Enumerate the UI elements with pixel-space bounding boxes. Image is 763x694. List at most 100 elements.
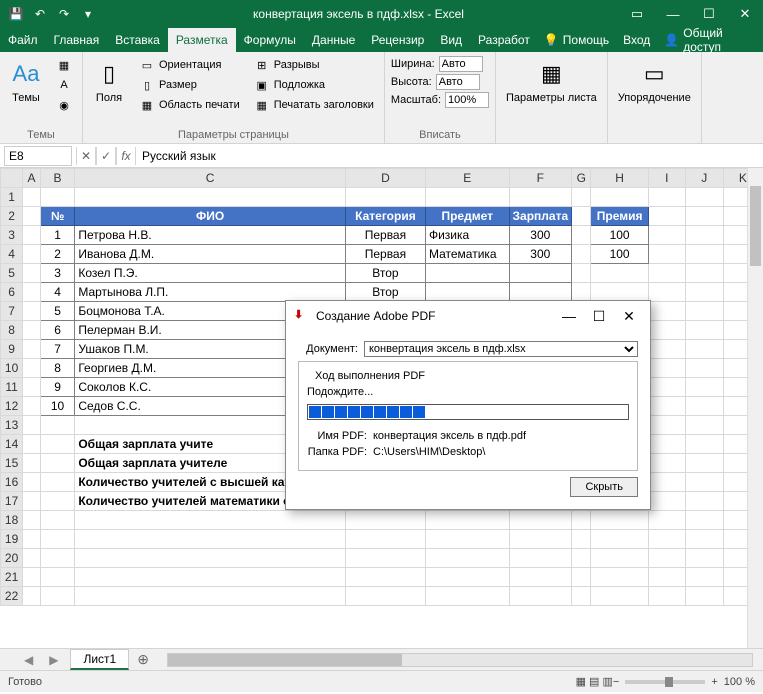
arrange-button[interactable]: ▭ Упорядочение [614, 56, 695, 106]
cell[interactable] [75, 587, 346, 606]
cell[interactable] [685, 397, 723, 416]
cell[interactable] [685, 359, 723, 378]
cell[interactable] [23, 416, 41, 435]
cell[interactable] [591, 530, 648, 549]
cell[interactable] [685, 340, 723, 359]
cell[interactable] [425, 530, 509, 549]
fx-icon[interactable]: fx [116, 147, 136, 165]
cell[interactable] [345, 530, 425, 549]
cell[interactable] [685, 530, 723, 549]
cell[interactable]: 6 [40, 321, 75, 340]
col-header[interactable]: C [75, 169, 346, 188]
cell[interactable] [648, 549, 685, 568]
cell[interactable] [648, 340, 685, 359]
tab-dev[interactable]: Разработ [470, 28, 538, 52]
view-layout-icon[interactable]: ▤ [589, 675, 599, 688]
cell[interactable] [345, 188, 425, 207]
cell[interactable] [345, 511, 425, 530]
cell[interactable] [591, 568, 648, 587]
cell[interactable] [591, 511, 648, 530]
close-icon[interactable]: ✕ [727, 0, 763, 28]
cell[interactable]: Математика [425, 245, 509, 264]
qat-customize-icon[interactable]: ▾ [78, 4, 98, 24]
cell[interactable] [572, 226, 591, 245]
cell[interactable] [648, 568, 685, 587]
col-header[interactable]: E [425, 169, 509, 188]
tab-layout[interactable]: Разметка [168, 28, 236, 52]
width-input[interactable] [439, 56, 483, 72]
cell[interactable]: № [40, 207, 75, 226]
breaks-button[interactable]: ⊞Разрывы [250, 56, 378, 74]
cell[interactable]: 2 [40, 245, 75, 264]
row-header[interactable]: 16 [1, 473, 23, 492]
cell[interactable] [685, 378, 723, 397]
cell[interactable] [509, 587, 572, 606]
cell[interactable]: 3 [40, 264, 75, 283]
cell[interactable] [23, 283, 41, 302]
background-button[interactable]: ▣Подложка [250, 76, 378, 94]
cell[interactable] [509, 549, 572, 568]
cell[interactable]: Физика [425, 226, 509, 245]
cell[interactable] [685, 568, 723, 587]
accept-formula-icon[interactable]: ✓ [96, 147, 116, 165]
cell[interactable]: Козел П.Э. [75, 264, 346, 283]
cell[interactable] [685, 226, 723, 245]
cell[interactable] [685, 283, 723, 302]
sheet-tab[interactable]: Лист1 [70, 649, 129, 670]
sheet-options-button[interactable]: ▦ Параметры листа [502, 56, 601, 106]
cell[interactable] [685, 511, 723, 530]
orientation-button[interactable]: ▭Ориентация [135, 56, 244, 74]
cell[interactable] [23, 188, 41, 207]
cell[interactable] [685, 245, 723, 264]
help-button[interactable]: 💡Помощь [538, 28, 615, 52]
cell[interactable] [75, 549, 346, 568]
cell[interactable] [23, 397, 41, 416]
cell[interactable] [685, 492, 723, 511]
cell[interactable] [572, 207, 591, 226]
cell[interactable] [40, 492, 75, 511]
cell[interactable] [23, 511, 41, 530]
view-normal-icon[interactable]: ▦ [576, 675, 586, 688]
cell[interactable] [40, 454, 75, 473]
cell[interactable]: 100 [591, 245, 648, 264]
cell[interactable]: Втор [345, 283, 425, 302]
cell[interactable] [591, 188, 648, 207]
cell[interactable] [23, 435, 41, 454]
horizontal-scrollbar[interactable] [167, 653, 753, 667]
cell[interactable]: Первая [345, 245, 425, 264]
cell[interactable] [685, 416, 723, 435]
cell[interactable] [648, 416, 685, 435]
zoom-out-icon[interactable]: − [613, 676, 619, 688]
cell[interactable] [572, 587, 591, 606]
cell[interactable] [40, 511, 75, 530]
cell[interactable] [425, 188, 509, 207]
cell[interactable] [648, 378, 685, 397]
cell[interactable]: 300 [509, 245, 572, 264]
tab-insert[interactable]: Вставка [107, 28, 168, 52]
vertical-scrollbar[interactable] [747, 168, 763, 648]
cell[interactable]: 7 [40, 340, 75, 359]
dialog-titlebar[interactable]: ⬇ Создание Adobe PDF — ☐ ✕ [286, 301, 650, 331]
cell[interactable]: 100 [591, 226, 648, 245]
cell[interactable] [685, 473, 723, 492]
cell[interactable]: 300 [509, 226, 572, 245]
cell[interactable] [572, 283, 591, 302]
row-header[interactable]: 13 [1, 416, 23, 435]
cell[interactable] [685, 302, 723, 321]
cell[interactable] [648, 188, 685, 207]
cell[interactable]: Зарплата [509, 207, 572, 226]
col-header[interactable]: I [648, 169, 685, 188]
size-button[interactable]: ▯Размер [135, 76, 244, 94]
row-header[interactable]: 14 [1, 435, 23, 454]
cell[interactable] [591, 549, 648, 568]
cell[interactable] [685, 435, 723, 454]
col-header[interactable]: A [23, 169, 41, 188]
cell[interactable] [685, 454, 723, 473]
cell[interactable] [23, 207, 41, 226]
height-input[interactable] [436, 74, 480, 90]
cell[interactable]: Мартынова Л.П. [75, 283, 346, 302]
minimize-icon[interactable]: — [655, 0, 691, 28]
row-header[interactable]: 9 [1, 340, 23, 359]
cell[interactable] [509, 283, 572, 302]
cell[interactable] [591, 587, 648, 606]
